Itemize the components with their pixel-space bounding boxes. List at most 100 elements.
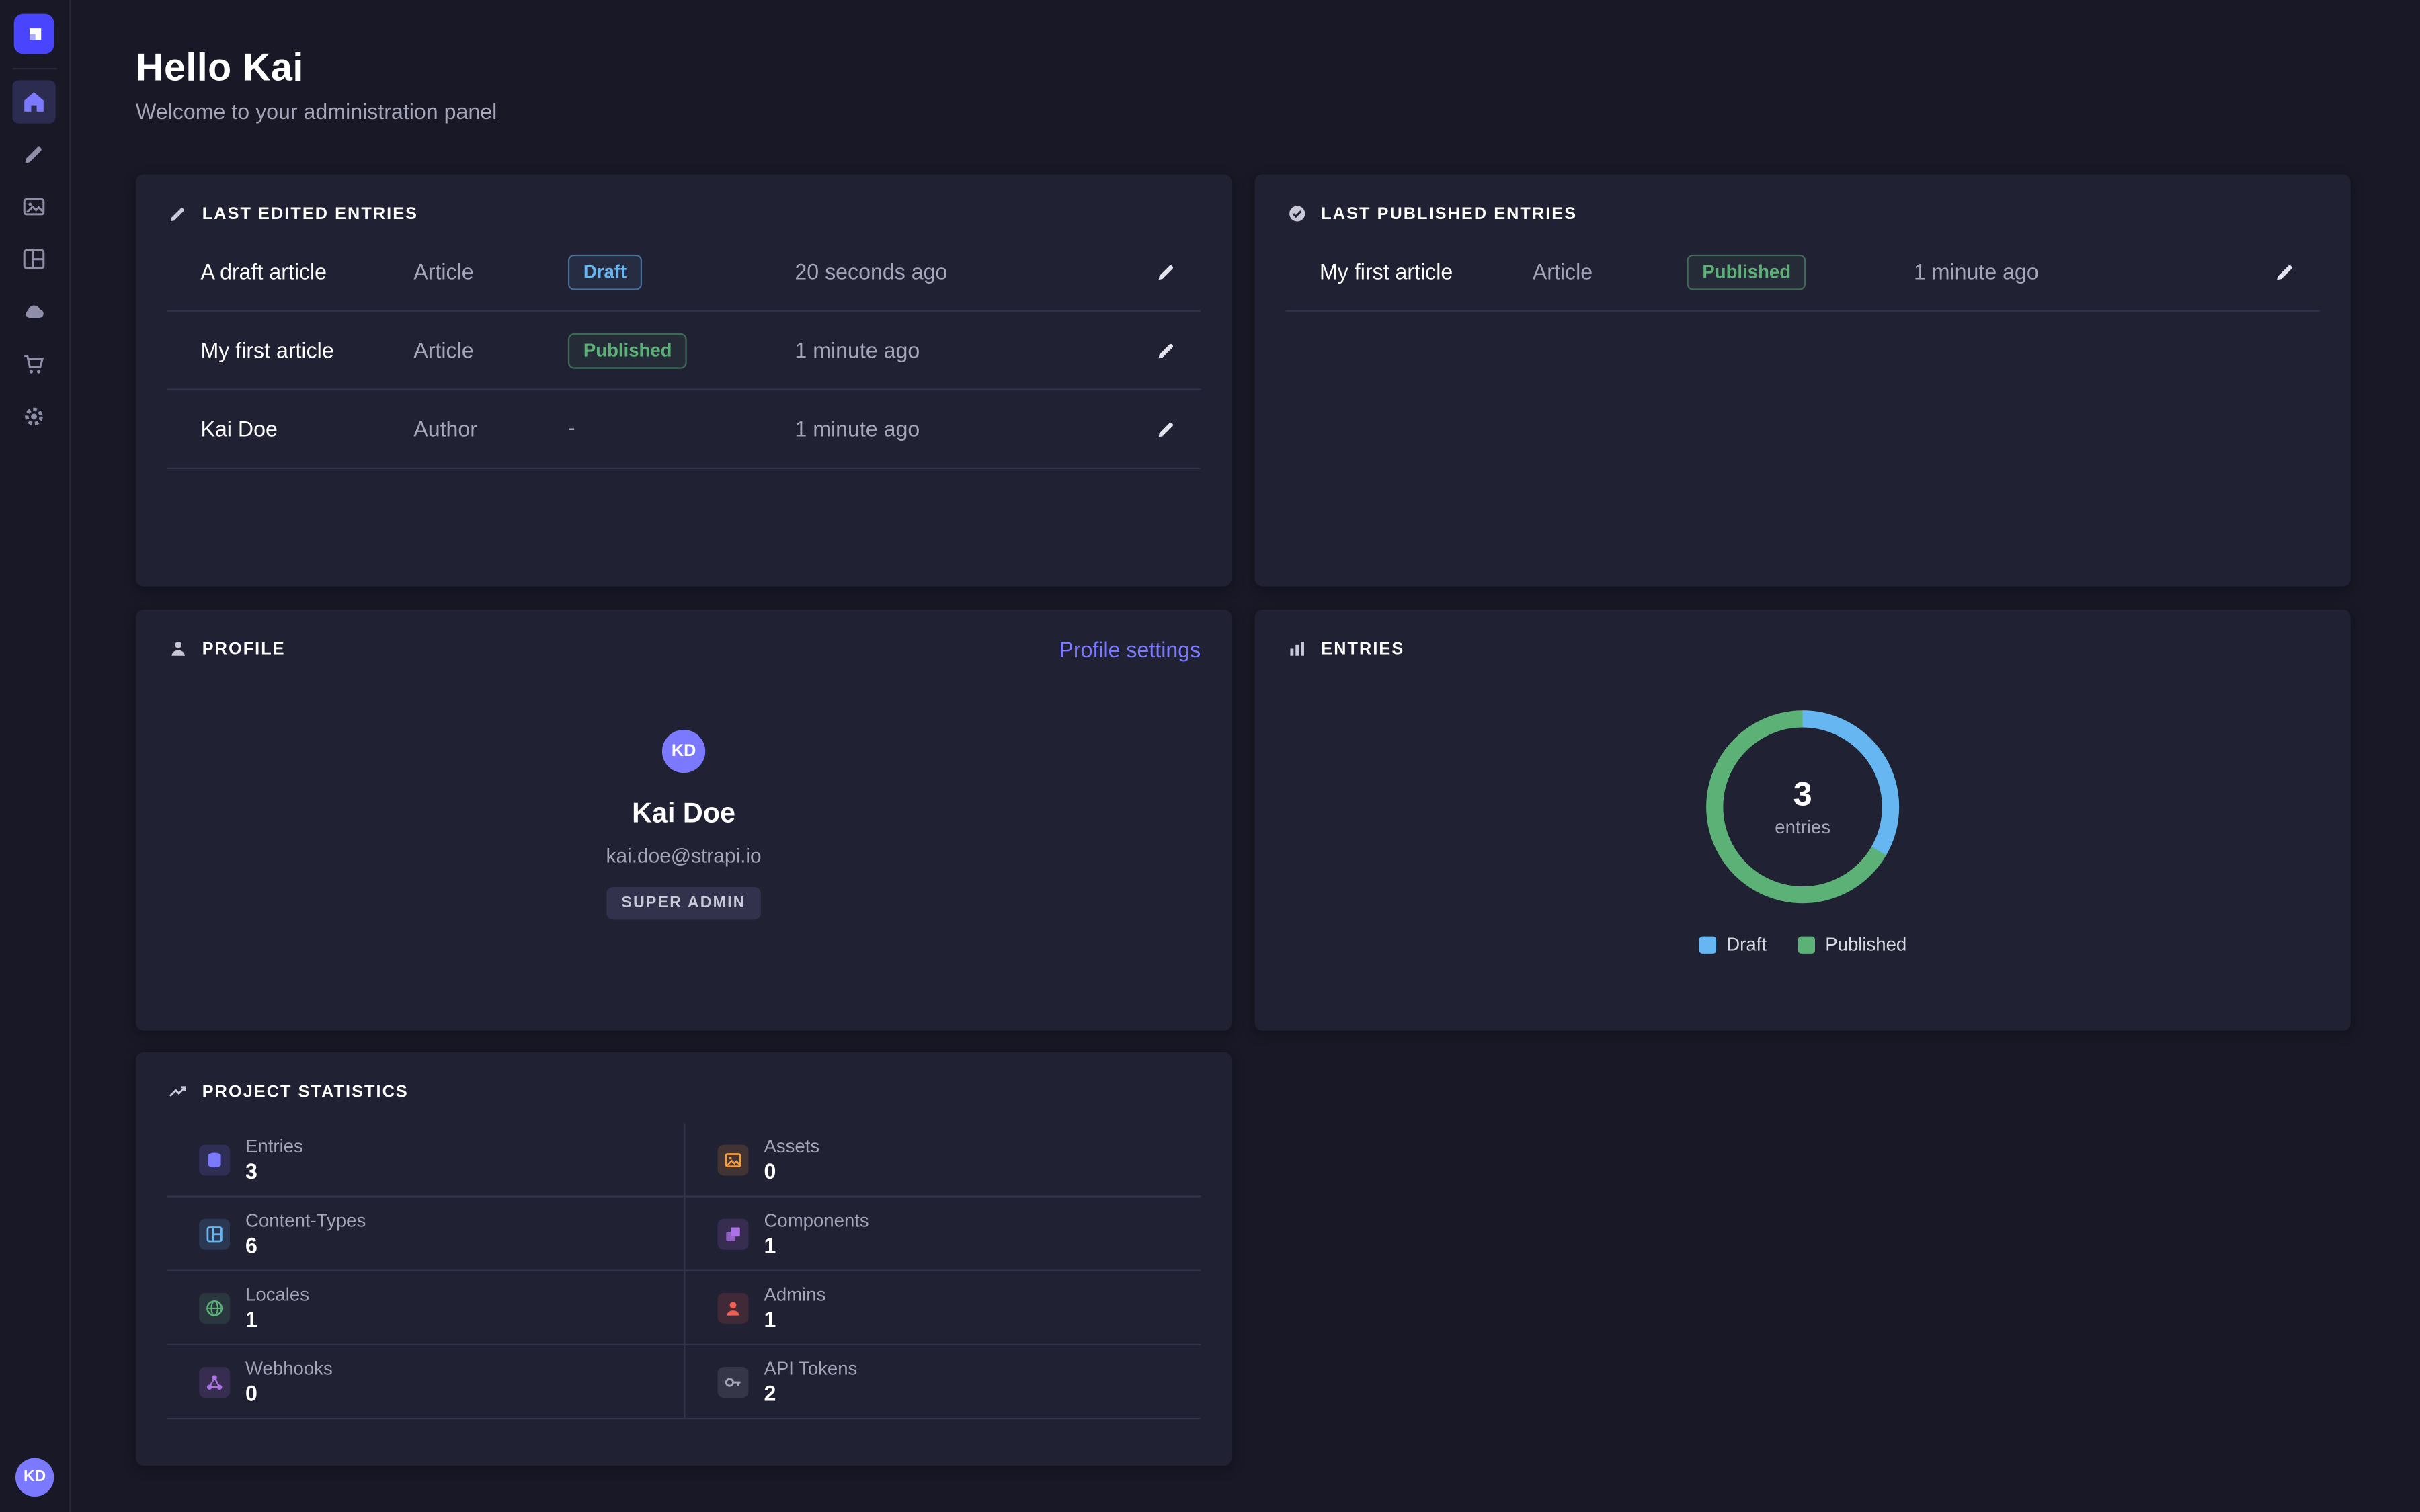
content-type-builder-icon — [22, 247, 46, 271]
stat-value: 2 — [764, 1380, 857, 1406]
status-badge: Draft — [568, 254, 642, 290]
project-statistics-card: PROJECT STATISTICS Entries 3 Assets 0 — [136, 1052, 1232, 1466]
card-title: LAST PUBLISHED ENTRIES — [1321, 204, 1577, 223]
locales-icon — [199, 1292, 230, 1323]
stat-label: Components — [764, 1209, 869, 1232]
stat-item-admins: Admins 1 — [684, 1271, 1201, 1345]
strapi-logo[interactable] — [14, 14, 54, 54]
published-swatch — [1798, 935, 1814, 952]
stat-value: 1 — [245, 1306, 309, 1332]
webhooks-icon — [199, 1366, 230, 1397]
status-empty: - — [568, 415, 575, 440]
admins-icon — [718, 1292, 749, 1323]
stat-item-components: Components 1 — [684, 1198, 1201, 1271]
donut-center-label: 3 entries — [1695, 699, 1910, 915]
pencil-icon — [168, 204, 188, 224]
edit-entry-button[interactable] — [1145, 250, 1188, 293]
entry-status-cell: Draft — [568, 254, 795, 290]
cart-icon — [22, 351, 46, 376]
stat-label: Webhooks — [245, 1357, 333, 1380]
stat-item-api-tokens: API Tokens 2 — [684, 1345, 1201, 1419]
stat-value: 1 — [764, 1232, 869, 1258]
entry-name: Kai Doe — [200, 417, 413, 442]
stat-value: 0 — [245, 1380, 333, 1406]
stat-label: Entries — [245, 1135, 303, 1158]
legend-label: Published — [1825, 933, 1906, 955]
home-icon — [22, 89, 46, 114]
api-tokens-icon — [718, 1366, 749, 1397]
stat-label: Admins — [764, 1283, 825, 1306]
entry-status-cell: - — [568, 415, 795, 443]
stat-item-locales: Locales 1 — [167, 1271, 684, 1345]
entry-time: 1 minute ago — [1914, 259, 2264, 284]
person-icon — [168, 639, 188, 659]
entries-count: 3 — [1793, 776, 1812, 813]
card-header: PROJECT STATISTICS — [136, 1052, 1232, 1101]
legend-item-published: Published — [1798, 933, 1906, 955]
stat-value: 3 — [245, 1158, 303, 1184]
stat-item-webhooks: Webhooks 0 — [167, 1345, 684, 1419]
media-library-icon — [22, 194, 46, 219]
last-edited-entries-card: LAST EDITED ENTRIES A draft article Arti… — [136, 174, 1232, 586]
stat-label: Content-Types — [245, 1209, 366, 1232]
stat-item-entries: Entries 3 — [167, 1123, 684, 1197]
entry-name: A draft article — [200, 259, 413, 284]
card-header: ENTRIES — [1255, 610, 2351, 659]
entry-time: 20 seconds ago — [795, 259, 1145, 284]
chart-legend: Draft Published — [1699, 933, 1906, 955]
stat-label: Assets — [764, 1135, 819, 1158]
sidebar-item-marketplace[interactable] — [12, 343, 55, 386]
entry-type: Article — [413, 338, 568, 363]
edit-entry-button[interactable] — [1145, 407, 1188, 450]
card-title: LAST EDITED ENTRIES — [202, 204, 418, 223]
profile-card: PROFILE Profile settings KD Kai Doe kai.… — [136, 610, 1232, 1031]
sidebar-item-deploy[interactable] — [12, 290, 55, 333]
cloud-icon — [22, 299, 46, 324]
sidebar-item-content-type-builder[interactable] — [12, 238, 55, 281]
sidebar-item-settings[interactable] — [12, 395, 55, 438]
stats-table: Entries 3 Assets 0 Content-Types — [167, 1123, 1201, 1419]
pencil-icon — [1156, 261, 1178, 282]
sidebar-divider — [12, 68, 57, 69]
stat-value: 6 — [245, 1232, 366, 1258]
stat-value: 0 — [764, 1158, 819, 1184]
entry-type: Article — [1533, 259, 1687, 284]
entries-card: ENTRIES 3 entries Draft — [1255, 610, 2351, 1031]
content-types-icon — [199, 1218, 230, 1249]
card-title: PROJECT STATISTICS — [202, 1083, 409, 1101]
gear-icon — [22, 405, 46, 429]
entries-icon — [199, 1144, 230, 1175]
entries-table: My first article Article Published 1 min… — [1286, 233, 2320, 312]
entries-table: A draft article Article Draft 20 seconds… — [167, 233, 1201, 469]
stat-item-assets: Assets 0 — [684, 1123, 1201, 1197]
role-badge: SUPER ADMIN — [606, 887, 762, 919]
table-row: My first article Article Published 1 min… — [1286, 233, 2320, 312]
sidebar-nav — [12, 80, 55, 438]
edit-entry-button[interactable] — [2264, 250, 2307, 293]
entry-time: 1 minute ago — [795, 417, 1145, 442]
edit-entry-button[interactable] — [1145, 329, 1188, 372]
pen-icon — [22, 142, 46, 167]
sidebar-item-content-manager[interactable] — [12, 132, 55, 175]
profile-body: KD Kai Doe kai.doe@strapi.io SUPER ADMIN — [136, 730, 1232, 919]
page-title: Hello Kai — [136, 46, 304, 91]
pencil-icon — [1156, 339, 1178, 361]
entry-time: 1 minute ago — [795, 338, 1145, 363]
draft-swatch — [1699, 935, 1716, 952]
user-avatar[interactable]: KD — [15, 1458, 54, 1497]
entry-name: My first article — [200, 338, 413, 363]
legend-item-draft: Draft — [1699, 933, 1767, 955]
profile-settings-link[interactable]: Profile settings — [1059, 637, 1201, 662]
entry-status-cell: Published — [568, 333, 795, 368]
legend-label: Draft — [1726, 933, 1767, 955]
stat-value: 1 — [764, 1306, 825, 1332]
entry-status-cell: Published — [1687, 254, 1914, 290]
entries-unit: entries — [1775, 816, 1830, 838]
pencil-icon — [2275, 261, 2296, 282]
entry-type: Article — [413, 259, 568, 284]
avatar: KD — [662, 730, 705, 773]
sidebar-item-home[interactable] — [12, 80, 55, 123]
sidebar-item-media-library[interactable] — [12, 185, 55, 228]
entries-body: 3 entries Draft Published — [1255, 659, 2351, 955]
card-title: PROFILE — [202, 640, 286, 659]
